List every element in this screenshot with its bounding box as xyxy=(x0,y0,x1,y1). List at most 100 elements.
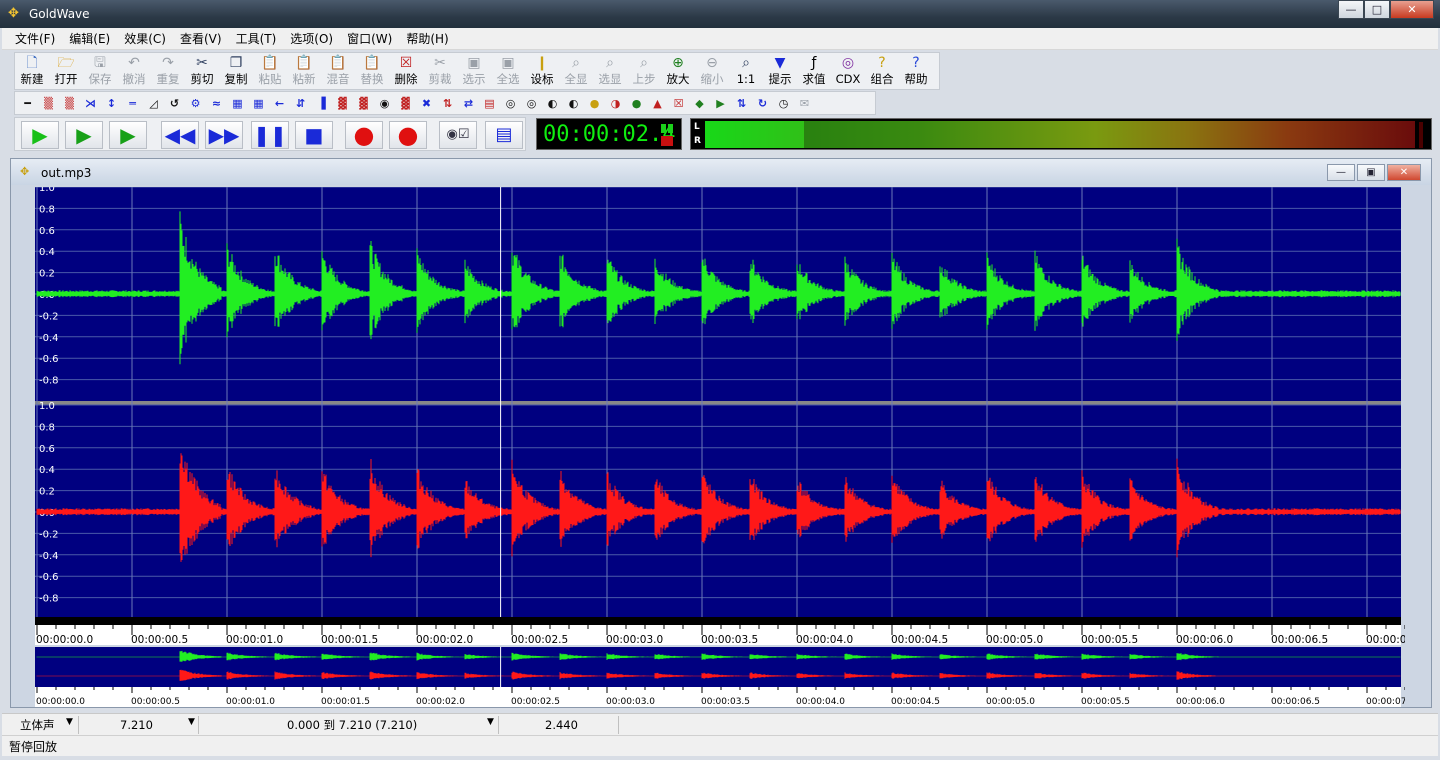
selection-dropdown-icon[interactable]: ▼ xyxy=(487,717,494,727)
updown-2-icon[interactable]: ⇅ xyxy=(731,93,752,113)
toolbar-button-zoom-out[interactable]: ⊖ 缩小 xyxy=(695,53,729,89)
toolbar-button-zoom-selection[interactable]: ⌕ 选显 xyxy=(593,53,627,89)
spectrum-icon[interactable]: ▓ xyxy=(395,93,416,113)
play-hz-icon[interactable]: ▶ xyxy=(710,93,731,113)
play-selection-button[interactable]: ▶ xyxy=(65,121,103,149)
filter-bands-icon[interactable]: ▓ xyxy=(353,93,374,113)
toolbar-button-scissors[interactable]: ✂ 剪切 xyxy=(185,53,219,89)
grid-icon[interactable]: ▦ xyxy=(248,93,269,113)
colors-icon[interactable]: ▲ xyxy=(647,93,668,113)
filter-icon[interactable]: ═ xyxy=(122,93,143,113)
cross-icon[interactable]: ✖ xyxy=(416,93,437,113)
updown-icon[interactable]: ⇵ xyxy=(290,93,311,113)
channel-dropdown-icon[interactable]: ▼ xyxy=(66,717,73,727)
level-peak-indicator xyxy=(1419,122,1423,148)
menu-view[interactable]: 查看(V) xyxy=(173,30,229,47)
control-panel-button[interactable]: ▤ xyxy=(485,121,523,149)
toolbar-button-cue-marker[interactable]: ▼ 提示 xyxy=(763,53,797,89)
left-arrow-icon[interactable]: ← xyxy=(269,93,290,113)
toolbar-button-show-selection[interactable]: ▣ 选示 xyxy=(457,53,491,89)
cancel-icon[interactable]: ☒ xyxy=(668,93,689,113)
clock-icon[interactable]: ◷ xyxy=(773,93,794,113)
toolbar-button-evaluate-fx[interactable]: ƒ 求值 xyxy=(797,53,831,89)
toolbar-button-mix[interactable]: 📋 混音 xyxy=(321,53,355,89)
record-dot-icon[interactable]: ● xyxy=(626,93,647,113)
doc-close-button[interactable]: ✕ xyxy=(1387,164,1421,181)
toolbar-button-copy-pages[interactable]: ❐ 复制 xyxy=(219,53,253,89)
record-button[interactable]: ● xyxy=(345,121,383,149)
menu-edit[interactable]: 编辑(E) xyxy=(62,30,117,47)
reverb-icon[interactable]: ◑ xyxy=(605,93,626,113)
bulb-icon[interactable]: ● xyxy=(584,93,605,113)
doc-minimize-button[interactable]: — xyxy=(1327,164,1355,181)
minimize-button[interactable]: — xyxy=(1338,0,1364,19)
pause-button[interactable]: ❚❚ xyxy=(251,121,289,149)
gear-icon[interactable]: ⚙ xyxy=(185,93,206,113)
close-button[interactable]: ✕ xyxy=(1390,0,1434,19)
fast-forward-button[interactable]: ▶▶ xyxy=(205,121,243,149)
noise-icon[interactable]: ▓ xyxy=(332,93,353,113)
length-dropdown-icon[interactable]: ▼ xyxy=(188,717,195,727)
toolbar-button-set-marker[interactable]: ❙ 设标 xyxy=(525,53,559,89)
time-ruler-label: 00:00:02.5 xyxy=(511,634,568,646)
pitch-icon[interactable]: ◐ xyxy=(542,93,563,113)
color-band-icon[interactable]: ▤ xyxy=(479,93,500,113)
loop-icon[interactable]: ↺ xyxy=(164,93,185,113)
trim-icon[interactable]: ⋊ xyxy=(80,93,101,113)
repeat-icon[interactable]: ↻ xyxy=(752,93,773,113)
toolbar-button-zoom-1to1[interactable]: ⌕ 1:1 xyxy=(729,53,763,89)
volume-icon[interactable]: ━ xyxy=(17,93,38,113)
record-new-button[interactable]: ● xyxy=(389,121,427,149)
mail-icon[interactable]: ✉ xyxy=(794,93,815,113)
menu-help[interactable]: 帮助(H) xyxy=(399,30,455,47)
eye-icon[interactable]: ◉ xyxy=(374,93,395,113)
toolbar-button-open-folder[interactable]: 🗁 打开 xyxy=(49,53,83,89)
reverse-icon[interactable]: ⇄ xyxy=(458,93,479,113)
toolbar-button-select-all[interactable]: ▣ 全选 xyxy=(491,53,525,89)
equalizer-icon[interactable]: ▦ xyxy=(227,93,248,113)
stop-button[interactable]: ■ xyxy=(295,121,333,149)
toolbar-button-save-disk[interactable]: 🖫 保存 xyxy=(83,53,117,89)
toolbar-button-paste-new[interactable]: 📋 粘新 xyxy=(287,53,321,89)
play-button[interactable]: ▶ xyxy=(21,121,59,149)
toolbar-button-cd-extract[interactable]: ◎ CDX xyxy=(831,53,865,89)
pitch-2-icon[interactable]: ◐ xyxy=(563,93,584,113)
title-bar[interactable]: ✥ GoldWave — □ ✕ xyxy=(0,0,1440,28)
shape-icon[interactable]: ◿ xyxy=(143,93,164,113)
toolbar-button-new-file[interactable]: 🗋 新建 xyxy=(15,53,49,89)
balance-icon[interactable]: ≈ xyxy=(206,93,227,113)
toolbar-button-replace[interactable]: 📋 替换 xyxy=(355,53,389,89)
menu-tools[interactable]: 工具(T) xyxy=(229,30,284,47)
maximize-button[interactable]: □ xyxy=(1364,0,1390,19)
time-meter-green xyxy=(661,124,666,133)
invert-icon[interactable]: ⇅ xyxy=(437,93,458,113)
circle-icon[interactable]: ◎ xyxy=(500,93,521,113)
menu-effects[interactable]: 效果(C) xyxy=(117,30,173,47)
circle-2-icon[interactable]: ◎ xyxy=(521,93,542,113)
toolbar-button-zoom-all[interactable]: ⌕ 全显 xyxy=(559,53,593,89)
rewind-button[interactable]: ◀◀ xyxy=(161,121,199,149)
waveform-view[interactable]: 1.00.80.60.40.20.0-0.2-0.4-0.6-0.81.00.8… xyxy=(35,187,1405,707)
toolbar-button-paste-clipboard[interactable]: 📋 粘贴 xyxy=(253,53,287,89)
menu-file[interactable]: 文件(F) xyxy=(8,30,62,47)
toolbar-button-batch-combine[interactable]: ? 组合 xyxy=(865,53,899,89)
control-properties-button[interactable]: ◉☑ xyxy=(439,121,477,149)
expand-icon[interactable]: ↕ xyxy=(101,93,122,113)
fade-out-icon[interactable]: ▒ xyxy=(59,93,80,113)
doc-restore-button[interactable]: ▣ xyxy=(1357,164,1385,181)
overview-ruler-label: 00:00:01.5 xyxy=(321,697,370,707)
play-from-cursor-button[interactable]: ▶ xyxy=(109,121,147,149)
toolbar-button-help-question[interactable]: ? 帮助 xyxy=(899,53,933,89)
menu-window[interactable]: 窗口(W) xyxy=(340,30,399,47)
menu-options[interactable]: 选项(O) xyxy=(283,30,340,47)
diamond-icon[interactable]: ◆ xyxy=(689,93,710,113)
document-title-bar[interactable]: ✥ out.mp3 — ▣ ✕ xyxy=(11,159,1431,185)
bars-icon[interactable]: ▐ xyxy=(311,93,332,113)
toolbar-button-zoom-in[interactable]: ⊕ 放大 xyxy=(661,53,695,89)
toolbar-button-delete-x[interactable]: ☒ 删除 xyxy=(389,53,423,89)
fade-in-icon[interactable]: ▒ xyxy=(38,93,59,113)
toolbar-button-trim[interactable]: ✂ 剪裁 xyxy=(423,53,457,89)
toolbar-button-undo-arrow[interactable]: ↶ 撤消 xyxy=(117,53,151,89)
toolbar-button-redo-arrow[interactable]: ↷ 重复 xyxy=(151,53,185,89)
toolbar-button-zoom-previous[interactable]: ⌕ 上步 xyxy=(627,53,661,89)
